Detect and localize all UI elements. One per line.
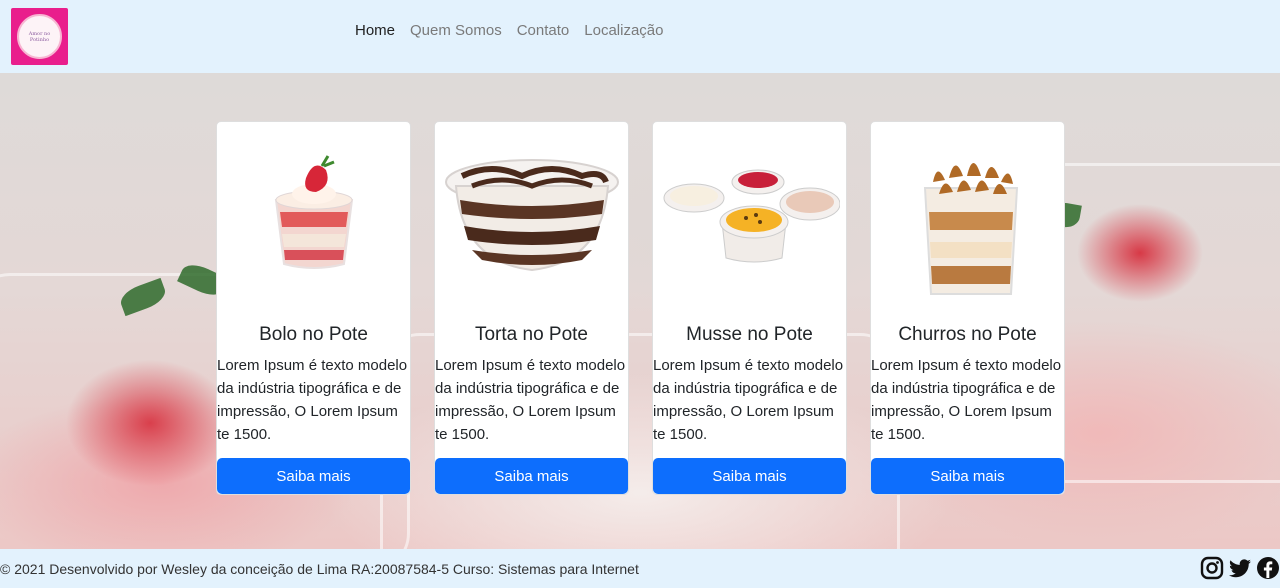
- saiba-mais-button[interactable]: Saiba mais: [435, 458, 628, 494]
- card-title: Bolo no Pote: [259, 324, 368, 345]
- nav-link-contato[interactable]: Contato: [517, 22, 570, 39]
- nav-link-quem-somos[interactable]: Quem Somos: [410, 22, 502, 39]
- social-links: [1200, 556, 1280, 580]
- torta-no-pote-image: [435, 122, 628, 312]
- card-title: Musse no Pote: [686, 324, 813, 345]
- navbar: Amor no Potinho Home Quem Somos Contato …: [0, 0, 1280, 73]
- nav-link-localizacao[interactable]: Localização: [584, 22, 663, 39]
- card-description: Lorem Ipsum é texto modelo da indústria …: [217, 357, 408, 443]
- instagram-icon[interactable]: [1200, 556, 1224, 580]
- facebook-icon[interactable]: [1256, 556, 1280, 580]
- card-description: Lorem Ipsum é texto modelo da indústria …: [871, 357, 1062, 443]
- card-title: Torta no Pote: [474, 324, 589, 345]
- product-card: Torta no Pote Lorem Ipsum é texto modelo…: [434, 121, 629, 495]
- churros-no-pote-image: [871, 122, 1064, 312]
- product-card: Bolo no Pote Lorem Ipsum é texto modelo …: [216, 121, 411, 495]
- card-description: Lorem Ipsum é texto modelo da indústria …: [653, 357, 844, 443]
- logo-text: Amor no Potinho: [28, 30, 51, 43]
- bolo-no-pote-image: [217, 122, 410, 312]
- footer-credits: © 2021 Desenvolvido por Wesley da concei…: [0, 561, 639, 577]
- card-title: Churros no Pote: [898, 324, 1037, 345]
- hero-background-image: [0, 73, 1280, 549]
- saiba-mais-button[interactable]: Saiba mais: [217, 458, 410, 494]
- saiba-mais-button[interactable]: Saiba mais: [871, 458, 1064, 494]
- logo-badge: Amor no Potinho: [17, 14, 62, 59]
- brand-logo[interactable]: Amor no Potinho: [11, 8, 68, 65]
- saiba-mais-button[interactable]: Saiba mais: [653, 458, 846, 494]
- product-card: Churros no Pote Lorem Ipsum é texto mode…: [870, 121, 1065, 495]
- musse-no-pote-image: [653, 122, 846, 312]
- nav-menu: Home Quem Somos Contato Localização: [355, 22, 663, 39]
- card-description: Lorem Ipsum é texto modelo da indústria …: [435, 357, 626, 443]
- twitter-icon[interactable]: [1228, 556, 1252, 580]
- footer: © 2021 Desenvolvido por Wesley da concei…: [0, 549, 1280, 588]
- product-card: Musse no Pote Lorem Ipsum é texto modelo…: [652, 121, 847, 495]
- nav-link-home[interactable]: Home: [355, 22, 395, 39]
